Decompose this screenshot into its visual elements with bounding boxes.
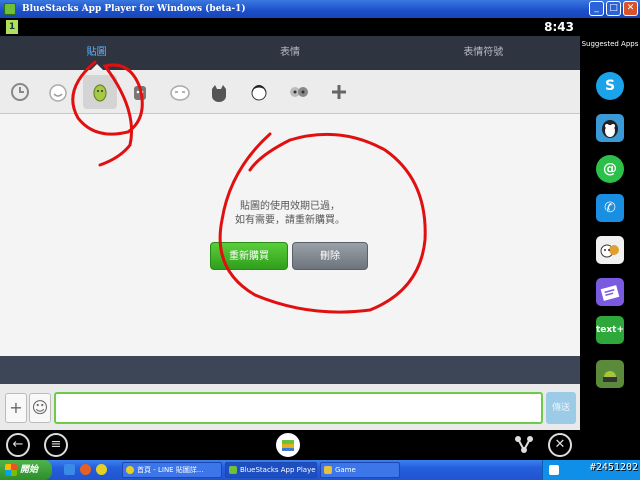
- settings-tools-icon[interactable]: ✕: [548, 433, 572, 457]
- maximize-button[interactable]: □: [606, 1, 621, 16]
- minimize-button[interactable]: _: [589, 1, 604, 16]
- quicklaunch-chrome-icon[interactable]: [96, 464, 107, 475]
- sticker-app-icon[interactable]: [596, 236, 624, 264]
- sticker-pack-3-icon[interactable]: [126, 78, 154, 106]
- watermark: #2451202: [589, 462, 638, 473]
- window-titlebar[interactable]: BlueStacks App Player for Windows (beta-…: [0, 0, 640, 18]
- taskbar-item-game[interactable]: Game: [320, 462, 400, 478]
- suggested-apps-title: Suggested Apps: [581, 40, 639, 48]
- sticker-tabs: 貼圖 表情 表情符號: [0, 36, 580, 70]
- android-navbar: ← ≡ ✕: [0, 430, 580, 460]
- chat-input-bar: + ☺ 傳送: [0, 384, 580, 430]
- taskbar-item-line-page[interactable]: 首頁 - LINE 貼圖詳...: [122, 462, 222, 478]
- emoji-button[interactable]: ☺: [29, 393, 51, 423]
- window-title: BlueStacks App Player for Windows (beta-…: [22, 4, 246, 14]
- divider-strip: [0, 356, 580, 384]
- phone-app-icon[interactable]: ✆: [596, 194, 624, 222]
- suggested-apps-sidebar: Suggested Apps S @ ✆ text+: [580, 18, 640, 460]
- text-plus-icon[interactable]: text+: [596, 316, 624, 344]
- notification-icon[interactable]: 1: [6, 20, 18, 34]
- repurchase-button[interactable]: 重新購買: [210, 242, 288, 270]
- folder-icon: [324, 466, 332, 474]
- back-icon[interactable]: ←: [6, 433, 30, 457]
- windows-taskbar: 開始 首頁 - LINE 貼圖詳... BlueStacks App Playe…: [0, 460, 640, 480]
- sticker-pack-bar: [0, 70, 580, 114]
- taskbar-item-label: 首頁 - LINE 貼圖詳...: [137, 466, 204, 474]
- send-button[interactable]: 傳送: [546, 392, 576, 424]
- expired-message-line2: 如有需要，請重新購買。: [235, 215, 345, 226]
- status-clock: 8:43: [544, 20, 574, 34]
- plus-button[interactable]: +: [5, 393, 27, 423]
- sticker-pack-1-icon[interactable]: [44, 78, 72, 106]
- text-plus-label: text+: [595, 325, 625, 335]
- tab-emoji[interactable]: 表情符號: [387, 36, 580, 70]
- delete-button[interactable]: 刪除: [292, 242, 368, 270]
- window-controls: _ □ ✕: [589, 1, 638, 16]
- start-button[interactable]: 開始: [0, 460, 52, 480]
- add-icon[interactable]: [325, 78, 353, 106]
- expired-message: 貼圖的使用效期已過， 如有需要，請重新購買。: [0, 200, 580, 228]
- bluestacks-home-icon[interactable]: [276, 433, 300, 457]
- taskbar-item-bluestacks[interactable]: BlueStacks App Player...: [225, 462, 317, 478]
- taskbar-item-label: BlueStacks App Player...: [240, 466, 317, 474]
- menu-icon[interactable]: ≡: [44, 433, 68, 457]
- at-sign-app-icon[interactable]: @: [596, 155, 624, 183]
- share-icon[interactable]: [512, 433, 536, 457]
- message-input[interactable]: [54, 392, 543, 424]
- windows-flag-icon: [5, 464, 17, 476]
- cat-sticker-icon[interactable]: [205, 78, 233, 106]
- recent-icon[interactable]: [6, 78, 34, 106]
- hair-sticker-icon[interactable]: [245, 78, 273, 106]
- close-button[interactable]: ✕: [623, 1, 638, 16]
- quicklaunch-desktop-icon[interactable]: [64, 464, 75, 475]
- chrome-icon: [126, 466, 134, 474]
- penguin-game-icon[interactable]: [596, 114, 624, 142]
- start-label: 開始: [20, 465, 39, 475]
- expired-message-line1: 貼圖的使用效期已過，: [240, 201, 340, 212]
- tray-icon[interactable]: [549, 465, 559, 475]
- skype-icon[interactable]: S: [596, 72, 624, 100]
- android-statusbar: 1 8:43: [0, 18, 580, 36]
- android-icon[interactable]: [596, 360, 624, 388]
- taskbar-item-label: Game: [335, 466, 356, 474]
- sticker-content-area: 貼圖的使用效期已過， 如有需要，請重新購買。 重新購買 刪除: [0, 114, 580, 356]
- bluestacks-icon: [4, 3, 16, 15]
- quicklaunch-firefox-icon[interactable]: [80, 464, 91, 475]
- tab-stickers[interactable]: 貼圖: [0, 36, 193, 70]
- notes-app-icon[interactable]: [596, 278, 624, 306]
- bluestacks-task-icon: [229, 466, 237, 474]
- tab-emoticons[interactable]: 表情: [193, 36, 386, 70]
- sticker-pack-2-icon[interactable]: [83, 75, 117, 109]
- sticker-pack-4-icon[interactable]: [166, 78, 194, 106]
- bear-sticker-icon[interactable]: [285, 78, 313, 106]
